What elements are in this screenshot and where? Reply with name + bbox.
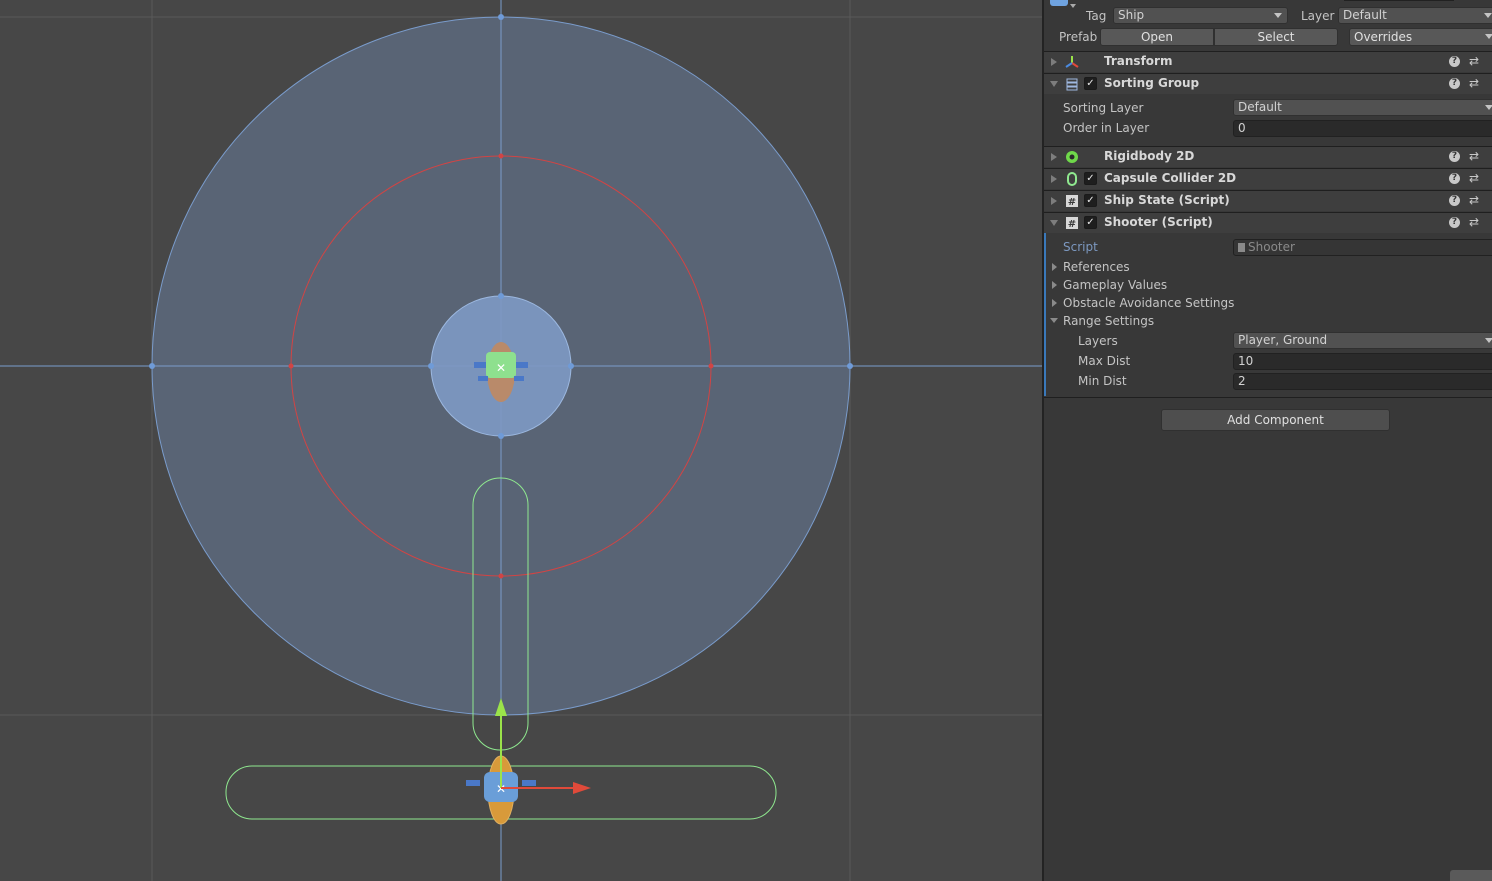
preset-settings-icon[interactable]: ⇄ [1469,193,1479,207]
order-in-layer-label: Order in Layer [1063,121,1150,135]
help-icon[interactable]: ? [1449,195,1460,206]
foldout-arrow-icon[interactable] [1052,299,1057,307]
component-header-shooter[interactable]: # ✓ Shooter (Script) ? ⇄ [1044,212,1492,233]
foldout-arrow-icon[interactable] [1052,263,1057,271]
script-label: Script [1063,240,1098,254]
component-title: Transform [1104,54,1173,68]
inspector-panel: Tag Ship Layer Default Prefab Open Selec… [1044,0,1492,881]
prefab-overrides-label: Overrides [1354,30,1413,44]
component-header-capsule-collider-2d[interactable]: ✓ Capsule Collider 2D ? ⇄ [1044,168,1492,189]
section-range-settings[interactable]: Range Settings [1063,314,1154,328]
enabled-checkbox[interactable]: ✓ [1084,172,1097,185]
x-axis-arrow [573,782,591,794]
transform-icon [1065,55,1079,69]
preset-settings-icon[interactable]: ⇄ [1469,215,1479,229]
gameobject-icon [1050,0,1068,6]
max-dist-label: Max Dist [1078,354,1131,368]
foldout-arrow-icon[interactable] [1051,153,1057,161]
section-obstacle-avoidance[interactable]: Obstacle Avoidance Settings [1063,296,1234,310]
layer-value: Default [1343,8,1387,22]
add-component-button[interactable]: Add Component [1161,409,1390,431]
component-header-ship-state[interactable]: # ✓ Ship State (Script) ? ⇄ [1044,190,1492,211]
chevron-down-icon [1485,338,1492,343]
script-file-icon [1238,243,1245,252]
foldout-arrow-icon[interactable] [1050,220,1058,226]
help-icon[interactable]: ? [1449,217,1460,228]
enabled-checkbox[interactable]: ✓ [1084,194,1097,207]
help-icon[interactable]: ? [1449,78,1460,89]
enabled-checkbox[interactable]: ✓ [1084,77,1097,90]
rigidbody-icon [1065,150,1079,164]
chevron-down-icon [1485,105,1492,110]
prefab-label: Prefab [1059,30,1098,44]
script-icon: # [1065,194,1079,208]
script-value: Shooter [1248,240,1295,254]
scene-view[interactable]: ✕ ✕ [0,0,1042,881]
help-icon[interactable]: ? [1449,56,1460,67]
sorting-layer-value: Default [1238,100,1282,114]
foldout-arrow-icon[interactable] [1050,81,1058,87]
icon-dropdown-caret[interactable] [1070,4,1076,8]
section-gameplay-values[interactable]: Gameplay Values [1063,278,1167,292]
prefab-open-button[interactable]: Open [1100,28,1214,46]
foldout-arrow-icon[interactable] [1052,281,1057,289]
component-title: Capsule Collider 2D [1104,171,1237,185]
tag-dropdown[interactable]: Ship [1113,7,1288,24]
foldout-arrow-icon[interactable] [1050,318,1058,323]
preset-settings-icon[interactable]: ⇄ [1469,54,1479,68]
chevron-down-icon [1274,13,1282,18]
min-dist-label: Min Dist [1078,374,1127,388]
script-object-field[interactable]: Shooter [1233,239,1492,256]
prefab-overrides-dropdown[interactable]: Overrides [1349,28,1492,46]
selected-component-accent [1044,212,1046,396]
scene-gizmos: ✕ ✕ [0,0,1042,881]
sorting-layer-label: Sorting Layer [1063,101,1144,115]
component-title: Rigidbody 2D [1104,149,1195,163]
layers-label: Layers [1078,334,1118,348]
preset-settings-icon[interactable]: ⇄ [1469,171,1479,185]
corner-widget[interactable] [1450,870,1492,881]
component-header-transform[interactable]: Transform ? ⇄ [1044,51,1492,72]
preset-settings-icon[interactable]: ⇄ [1469,149,1479,163]
script-icon: # [1065,216,1079,230]
svg-text:#: # [1068,197,1076,208]
svg-text:#: # [1068,219,1076,230]
preset-settings-icon[interactable]: ⇄ [1469,76,1479,90]
foldout-arrow-icon[interactable] [1051,197,1057,205]
layers-mask-dropdown[interactable]: Player, Ground [1233,332,1492,349]
components-end-divider [1044,397,1492,398]
component-title: Sorting Group [1104,76,1200,90]
sorting-group-icon [1065,77,1079,91]
order-in-layer-field[interactable]: 0 [1233,120,1492,137]
svg-text:✕: ✕ [496,361,506,375]
layer-label: Layer [1301,9,1335,23]
section-references[interactable]: References [1063,260,1130,274]
prefab-select-button[interactable]: Select [1214,28,1338,46]
component-title: Ship State (Script) [1104,193,1230,207]
layer-dropdown[interactable]: Default [1338,7,1492,24]
component-header-sorting-group[interactable]: ✓ Sorting Group ? ⇄ [1044,73,1492,94]
foldout-arrow-icon[interactable] [1051,175,1057,183]
max-dist-field[interactable]: 10 [1233,353,1492,370]
help-icon[interactable]: ? [1449,151,1460,162]
layers-value: Player, Ground [1238,333,1328,347]
tag-value: Ship [1118,8,1145,22]
component-title: Shooter (Script) [1104,215,1213,229]
min-dist-field[interactable]: 2 [1233,373,1492,390]
chevron-down-icon [1484,13,1492,18]
chevron-down-icon [1485,34,1492,39]
foldout-arrow-icon[interactable] [1051,58,1057,66]
tag-label: Tag [1086,9,1107,23]
name-field-edge [1344,0,1454,1]
help-icon[interactable]: ? [1449,173,1460,184]
sorting-layer-dropdown[interactable]: Default [1233,99,1492,116]
capsule-collider-icon [1065,172,1079,186]
component-header-rigidbody-2d[interactable]: Rigidbody 2D ? ⇄ [1044,146,1492,167]
enabled-checkbox[interactable]: ✓ [1084,216,1097,229]
